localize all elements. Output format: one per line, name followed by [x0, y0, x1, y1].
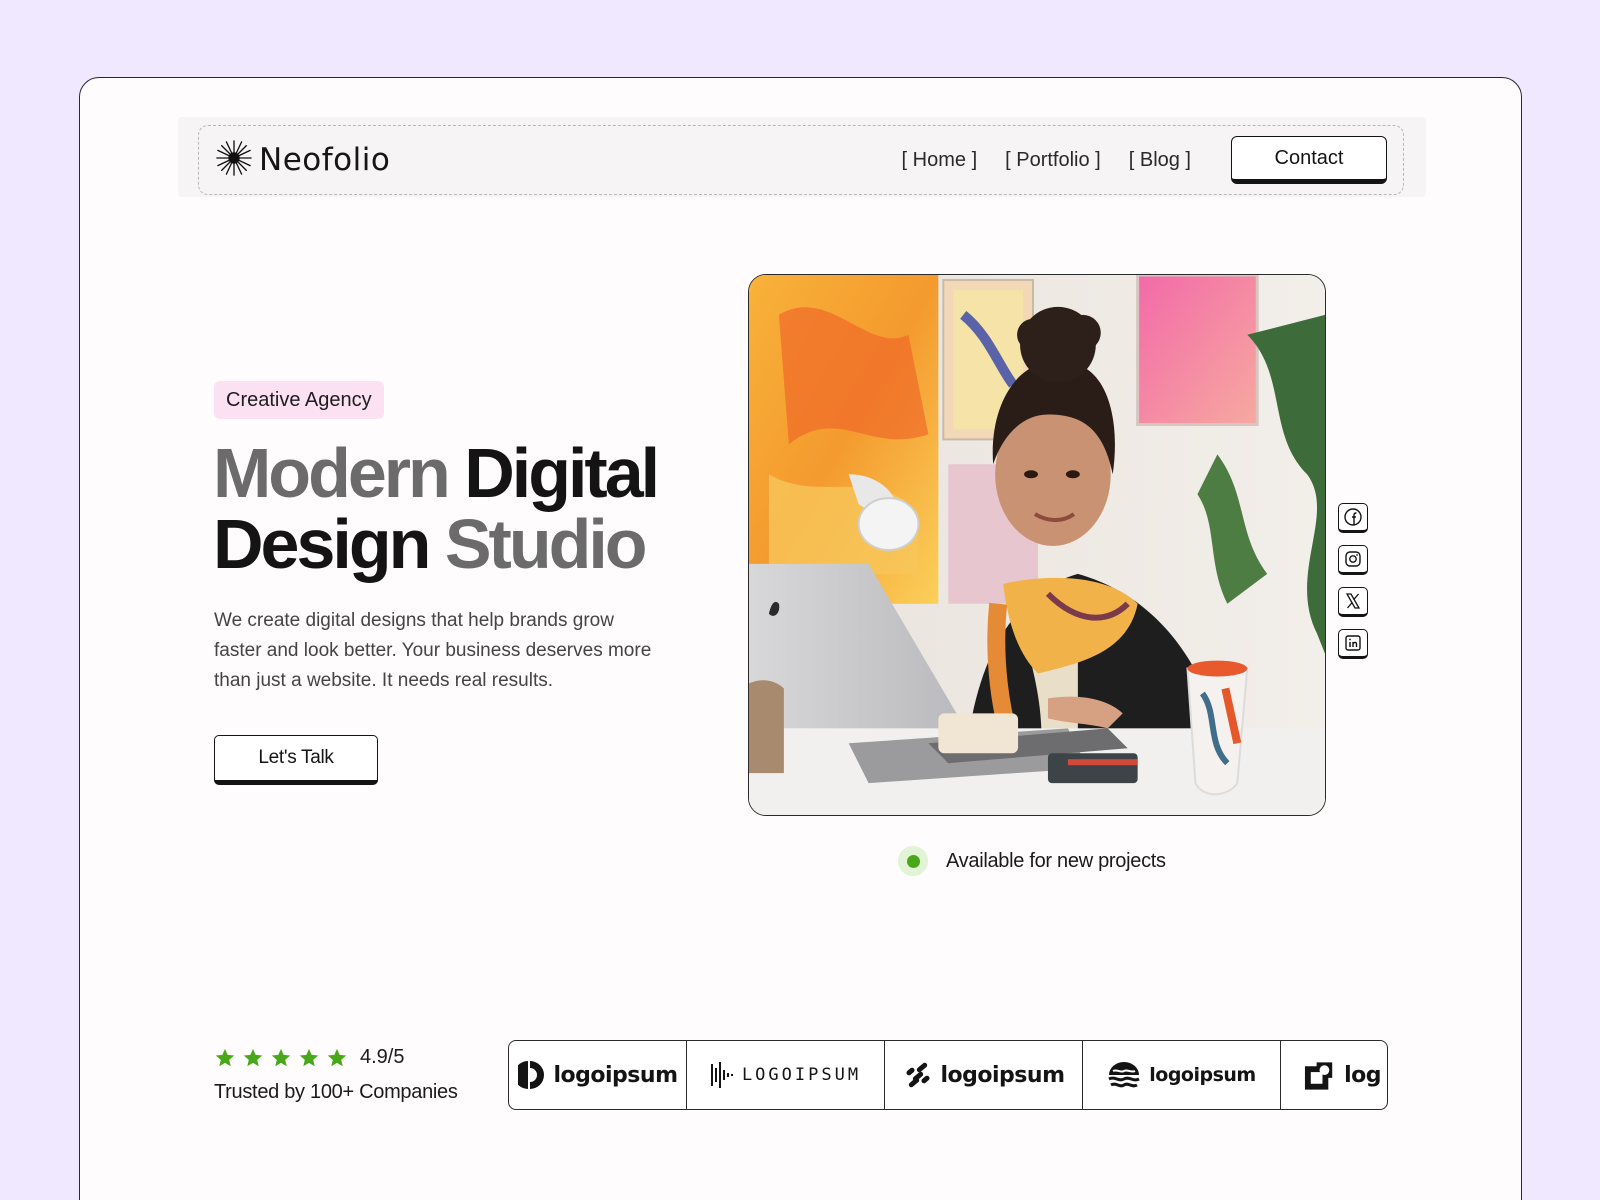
client-logo: logoipsum [509, 1041, 687, 1109]
client-logo: log [1281, 1041, 1381, 1109]
logo-mark-icon [1304, 1062, 1333, 1090]
nav-link-blog[interactable]: [ Blog ] [1129, 149, 1191, 172]
headline-word: Modern [213, 434, 451, 512]
logo-mark-icon [710, 1062, 733, 1088]
navbar-inner: Neofolio [ Home ] [ Portfolio ] [ Blog ]… [198, 125, 1404, 195]
linkedin-icon[interactable] [1338, 629, 1368, 659]
headline-word: Design [213, 505, 431, 583]
nav-links: [ Home ] [ Portfolio ] [ Blog ] [902, 149, 1191, 172]
brand[interactable]: Neofolio [215, 139, 390, 182]
facebook-icon[interactable] [1338, 503, 1368, 533]
headline-word: Studio [444, 505, 648, 583]
star-icon [299, 1048, 319, 1066]
logo-text: log [1344, 1062, 1381, 1088]
lets-talk-button[interactable]: Let's Talk [214, 735, 378, 785]
logo-mark-icon [905, 1062, 930, 1088]
hero-headline: Modern Digital Design Studio [213, 438, 660, 583]
availability-status: Available for new projects [898, 846, 1166, 876]
nav-link-portfolio[interactable]: [ Portfolio ] [1005, 149, 1101, 172]
star-icon [215, 1048, 235, 1066]
x-icon[interactable] [1338, 587, 1368, 617]
client-logo: logoipsum [1083, 1041, 1281, 1109]
hero-photo [748, 274, 1326, 816]
nav-link-home[interactable]: [ Home ] [902, 149, 978, 172]
social-links [1338, 503, 1368, 659]
status-text: Available for new projects [946, 849, 1166, 872]
logo-text: logoipsum [940, 1062, 1066, 1088]
rating: 4.9/5 [214, 1046, 404, 1069]
rating-value: 4.9/5 [360, 1046, 405, 1068]
star-icon [243, 1048, 263, 1066]
star-icon [271, 1048, 291, 1066]
contact-button[interactable]: Contact [1231, 136, 1387, 184]
brand-name: Neofolio [259, 142, 391, 178]
status-indicator [898, 846, 928, 876]
instagram-icon[interactable] [1338, 545, 1368, 575]
logo-text: LOGOIPSUM [741, 1065, 862, 1085]
page-frame: Neofolio [ Home ] [ Portfolio ] [ Blog ]… [79, 77, 1522, 1200]
client-logo: LOGOIPSUM [687, 1041, 885, 1109]
logo-mark-icon [1108, 1062, 1140, 1088]
star-icon [327, 1048, 347, 1066]
logo-text: logoipsum [1149, 1064, 1256, 1086]
navbar: Neofolio [ Home ] [ Portfolio ] [ Blog ]… [178, 117, 1426, 197]
client-logos: logoipsum LOGOIPSUM logoipsum logoipsum … [508, 1040, 1388, 1110]
hero-description: We create digital designs that help bran… [214, 610, 652, 691]
logo-mark-icon [517, 1061, 544, 1089]
headline-word: Digital [464, 434, 660, 512]
logo-text: logoipsum [553, 1062, 679, 1088]
client-logo: logoipsum [885, 1041, 1083, 1109]
creative-agency-badge: Creative Agency [214, 381, 384, 419]
starburst-logo-icon [215, 139, 253, 182]
trusted-text: Trusted by 100+ Companies [214, 1081, 458, 1103]
